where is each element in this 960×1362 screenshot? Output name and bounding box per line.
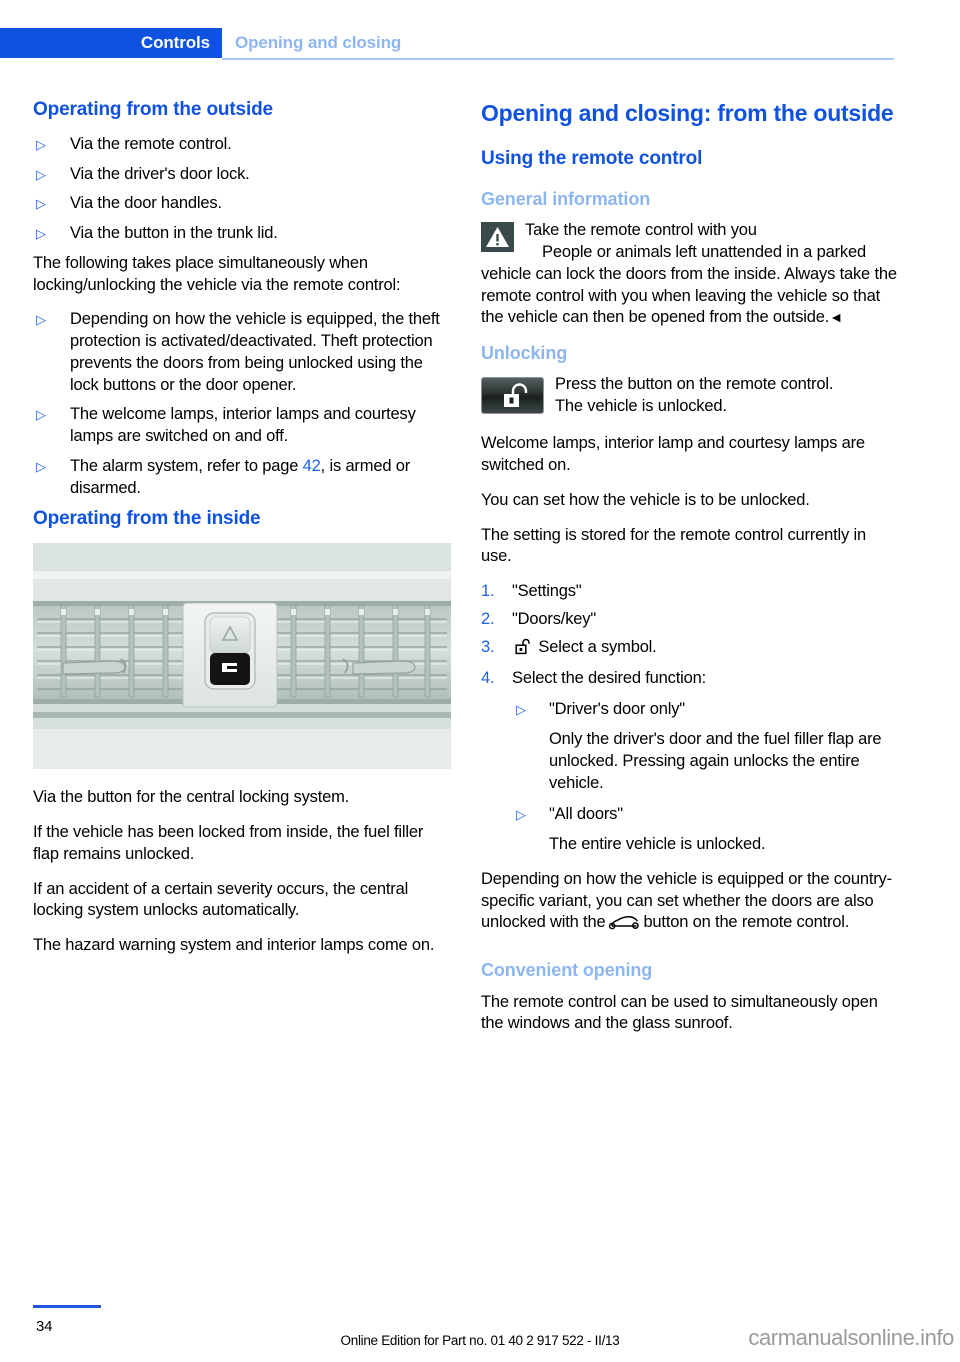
list-item-alarm: ▷ The alarm system, refer to page 42, is…: [33, 456, 451, 500]
triangle-bullet-icon: ▷: [36, 136, 46, 152]
list-item-text: Via the button in the trunk lid.: [70, 224, 278, 243]
paragraph-depending-on-equipment: Depending on how the vehicle is equipped…: [481, 869, 899, 937]
list-item: ▷ Via the driver's door lock.: [33, 164, 451, 186]
after-figure-paragraph: If an accident of a certain severity occ…: [33, 879, 409, 920]
function-options-list: ▷ "Driver's door only": [515, 699, 899, 721]
outside-methods-list: ▷ Via the remote control. ▷ Via the driv…: [33, 134, 451, 245]
paragraph-you-can-set: You can set how the vehicle is to be unl…: [481, 490, 810, 509]
site-watermark: carmanualsonline.info: [748, 1325, 954, 1350]
triangle-bullet-icon: ▷: [516, 702, 526, 718]
paragraph-welcome-lamps: Welcome lamps, interior lamp and courtes…: [481, 434, 865, 475]
step-text: Select a symbol.: [538, 637, 657, 656]
option-description: The entire vehicle is unlocked.: [549, 835, 766, 854]
warning-triangle-glyph: [486, 227, 509, 248]
step-number: 3.: [481, 637, 495, 656]
car-trunk-glyph: [609, 916, 640, 930]
unlock-padlock-button-icon: [481, 377, 544, 415]
unlock-key-callout: Press the button on the remote control. …: [481, 374, 899, 420]
simultaneous-intro-paragraph: The following takes place simultaneously…: [33, 253, 401, 294]
heading-operating-from-the-inside: Operating from the inside: [33, 508, 261, 530]
list-item: ▷ The welcome lamps, interior lamps and …: [33, 404, 451, 448]
header-section-label: Opening and closing: [235, 33, 402, 52]
heading-unlocking: Unlocking: [481, 343, 568, 364]
list-item: 3. Select a symbol.: [481, 637, 899, 662]
after-figure-paragraph: The hazard warning system and interior l…: [33, 936, 435, 955]
option-description: Only the driver's door and the fuel fill…: [549, 730, 882, 792]
list-item: ▷ Via the door handles.: [33, 193, 451, 215]
list-item-text: Via the door handles.: [70, 194, 222, 213]
step-text: "Doors/key": [512, 610, 597, 629]
function-options-list: ▷ "All doors": [515, 804, 899, 826]
heading-convenient-opening: Convenient opening: [481, 960, 653, 981]
header-chapter-label: Controls: [0, 28, 222, 58]
car-trunk-icon: [608, 915, 640, 937]
open-padlock-icon: [515, 638, 531, 662]
triangle-bullet-icon: ▷: [36, 458, 46, 474]
simultaneous-effects-list: ▷ Depending on how the vehicle is equipp…: [33, 309, 451, 499]
list-item: ▷ Via the remote control.: [33, 134, 451, 156]
right-column: Opening and closing: from the outside Us…: [481, 98, 899, 1048]
triangle-bullet-icon: ▷: [516, 807, 526, 823]
heading-operating-from-the-outside: Operating from the outside: [33, 99, 273, 120]
page-reference-link[interactable]: 42: [303, 457, 321, 475]
warning-end-marker: ◄: [829, 309, 843, 326]
list-item-text: Via the remote control.: [70, 134, 232, 153]
manual-page: Controls Opening and closing Operating f…: [0, 0, 960, 1362]
warning-triangle-icon: [481, 222, 514, 253]
depending-suffix-text: button on the remote control.: [643, 913, 850, 932]
heading-general-information: General information: [481, 188, 651, 209]
step-number: 1.: [481, 582, 495, 601]
open-padlock-glyph: [515, 638, 530, 654]
option-label: "Driver's door only": [549, 700, 685, 719]
heading-using-the-remote-control: Using the remote control: [481, 148, 703, 170]
triangle-bullet-icon: ▷: [36, 196, 46, 212]
left-column: Operating from the outside ▷ Via the rem…: [33, 98, 451, 970]
triangle-bullet-icon: ▷: [36, 312, 46, 328]
triangle-bullet-icon: ▷: [36, 166, 46, 182]
figure-central-locking-button: [33, 543, 451, 770]
list-item: 1. "Settings": [481, 581, 899, 603]
list-item: 4. Select the desired function:: [481, 668, 899, 690]
list-item-text: Via the driver's door lock.: [70, 164, 250, 183]
step-text: "Settings": [512, 582, 582, 601]
list-item: ▷ "All doors": [515, 804, 899, 826]
list-item: ▷ Via the button in the trunk lid.: [33, 223, 451, 245]
after-figure-paragraph: If the vehicle has been locked from insi…: [33, 822, 424, 863]
unlock-setting-steps: 1. "Settings" 2. "Doors/key" 3. Select a…: [481, 581, 899, 689]
footer-divider: [33, 1305, 101, 1308]
list-item-text: Depending on how the vehicle is equipped…: [70, 310, 440, 394]
dashboard-illustration: [33, 543, 451, 770]
warning-callout: Take the remote control with you People …: [481, 220, 899, 329]
triangle-bullet-icon: ▷: [36, 226, 46, 242]
page-title: Opening and closing: from the outside: [481, 100, 894, 126]
list-item: ▷ Depending on how the vehicle is equipp…: [33, 309, 451, 396]
paragraph-convenient-opening: The remote control can be used to simult…: [481, 992, 878, 1033]
after-figure-paragraph: Via the button for the central locking s…: [33, 788, 350, 807]
step-text: Select the desired function:: [512, 668, 706, 687]
paragraph-setting-stored: The setting is stored for the remote con…: [481, 525, 866, 566]
alarm-text-prefix: The alarm system, refer to page: [70, 456, 303, 475]
step-number: 4.: [481, 668, 495, 687]
list-item: ▷ "Driver's door only": [515, 699, 899, 721]
running-header: Controls Opening and closing: [0, 28, 894, 58]
header-divider: [222, 58, 894, 60]
triangle-bullet-icon: ▷: [36, 407, 46, 423]
list-item: 2. "Doors/key": [481, 609, 899, 631]
step-number: 2.: [481, 610, 495, 629]
unlock-padlock-glyph: [504, 383, 528, 408]
warning-title: Take the remote control with you: [525, 221, 757, 240]
warning-body: People or animals left unattended in a p…: [481, 242, 899, 329]
list-item-text: The welcome lamps, interior lamps and co…: [70, 405, 416, 446]
option-label: "All doors": [549, 805, 623, 824]
